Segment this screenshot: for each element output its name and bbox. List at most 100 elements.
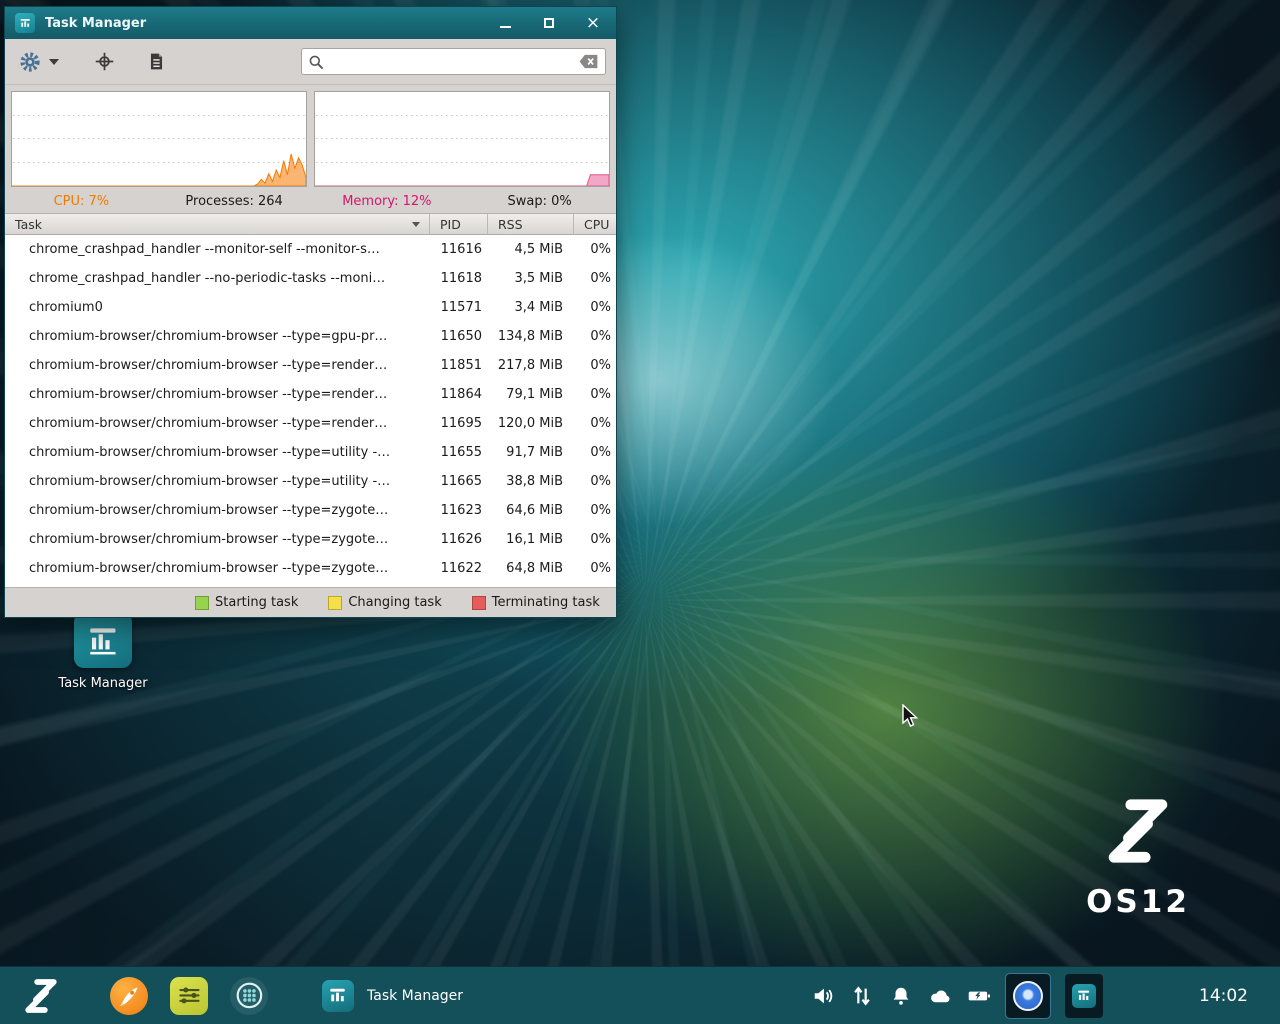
cell-task: chromium-browser/chromium-browser --type… [5, 387, 429, 402]
memory-stat: Memory: 12% [311, 194, 464, 209]
legend-terminating: Terminating task [472, 595, 600, 610]
starting-task-swatch [195, 596, 209, 610]
cell-rss: 91,7 MiB [487, 445, 573, 460]
rocket-launcher-icon[interactable] [110, 977, 148, 1015]
desktop: OS12 Task Manager T [0, 0, 1280, 1024]
cell-cpu: 0% [573, 387, 616, 402]
cell-pid: 11695 [429, 416, 487, 431]
cell-cpu: 0% [573, 445, 616, 460]
cpu-graph-area [12, 154, 306, 186]
cell-task: chromium-browser/chromium-browser --type… [5, 503, 429, 518]
table-row[interactable]: chromium0115713,4 MiB0% [5, 293, 616, 322]
changing-task-swatch [328, 596, 342, 610]
gear-icon [19, 51, 41, 73]
window-toolbar [5, 39, 616, 85]
taskbar: Task Manager [0, 966, 1280, 1024]
clear-search-icon[interactable] [579, 54, 599, 69]
legend-bar: Starting task Changing task Terminating … [5, 587, 616, 617]
tray-taskmanager-window[interactable] [1065, 974, 1103, 1018]
cell-pid: 11851 [429, 358, 487, 373]
table-row[interactable]: chromium-browser/chromium-browser --type… [5, 525, 616, 554]
table-row[interactable]: chromium-browser/chromium-browser --type… [5, 322, 616, 351]
cell-pid: 11618 [429, 271, 487, 286]
cloud-icon[interactable] [928, 984, 952, 1008]
taskbar-clock[interactable]: 14:02 [1199, 986, 1248, 1006]
close-button[interactable]: × [584, 14, 602, 32]
cell-cpu: 0% [573, 561, 616, 576]
terminating-task-swatch [472, 596, 486, 610]
table-header: Task PID RSS CPU [5, 213, 616, 235]
taskbar-os-menu-button[interactable] [18, 973, 64, 1019]
cell-pid: 11864 [429, 387, 487, 402]
table-row[interactable]: chromium-browser/chromium-browser --type… [5, 380, 616, 409]
taskmanager-window: Task Manager × [4, 6, 617, 618]
cell-rss: 16,1 MiB [487, 532, 573, 547]
search-input[interactable] [329, 54, 579, 69]
app-grid-icon[interactable] [230, 977, 268, 1015]
settings-button[interactable] [15, 47, 45, 77]
cell-pid: 11622 [429, 561, 487, 576]
maximize-icon [544, 18, 554, 28]
cell-task: chromium-browser/chromium-browser --type… [5, 474, 429, 489]
os-brand-text: OS12 [1058, 884, 1218, 920]
table-row[interactable]: chromium-browser/chromium-browser --type… [5, 496, 616, 525]
system-tray [811, 974, 1103, 1018]
taskbar-taskmanager-icon [322, 980, 354, 1012]
table-row[interactable]: chromium-browser/chromium-browser --type… [5, 467, 616, 496]
cell-rss: 3,5 MiB [487, 271, 573, 286]
sort-descending-icon [412, 222, 420, 227]
table-row[interactable]: chromium-browser/chromium-browser --type… [5, 409, 616, 438]
table-row[interactable]: chromium-browser/chromium-browser --type… [5, 351, 616, 380]
cell-pid: 11665 [429, 474, 487, 489]
maximize-button[interactable] [540, 14, 558, 32]
cell-task: chrome_crashpad_handler --monitor-self -… [5, 242, 429, 257]
column-header-pid[interactable]: PID [429, 214, 487, 234]
column-header-cpu[interactable]: CPU [573, 214, 616, 234]
process-rows: chrome_crashpad_handler --monitor-self -… [5, 235, 616, 587]
mixer-settings-icon[interactable] [170, 977, 208, 1015]
cell-cpu: 0% [573, 532, 616, 547]
settings-dropdown-button[interactable] [45, 47, 63, 77]
legend-starting: Starting task [195, 595, 298, 610]
battery-icon[interactable] [967, 984, 991, 1008]
cell-pid: 11571 [429, 300, 487, 315]
cell-task: chromium-browser/chromium-browser --type… [5, 532, 429, 547]
volume-icon[interactable] [811, 984, 835, 1008]
process-picker-button[interactable] [89, 47, 119, 77]
cell-rss: 217,8 MiB [487, 358, 573, 373]
tray-chromium-window[interactable] [1006, 974, 1050, 1018]
shortcut-label: Task Manager [48, 676, 158, 691]
table-row[interactable]: chromium-browser/chromium-browser --type… [5, 554, 616, 583]
swap-stat: Swap: 0% [463, 194, 616, 209]
stats-row: CPU: 7% Processes: 264 Memory: 12% Swap:… [5, 189, 616, 213]
cell-task: chrome_crashpad_handler --no-periodic-ta… [5, 271, 429, 286]
column-header-rss[interactable]: RSS [487, 214, 573, 234]
cell-cpu: 0% [573, 242, 616, 257]
log-button[interactable] [141, 47, 171, 77]
cell-task: chromium0 [5, 300, 429, 315]
cell-rss: 64,8 MiB [487, 561, 573, 576]
processes-stat: Processes: 264 [158, 194, 311, 209]
window-app-icon [15, 13, 35, 33]
window-titlebar[interactable]: Task Manager × [5, 7, 616, 39]
table-row[interactable]: chromium-browser/chromium-browser --type… [5, 438, 616, 467]
chevron-down-icon [49, 59, 59, 65]
cell-pid: 11623 [429, 503, 487, 518]
cell-rss: 120,0 MiB [487, 416, 573, 431]
cell-pid: 11655 [429, 445, 487, 460]
cell-task: chromium-browser/chromium-browser --type… [5, 329, 429, 344]
table-row[interactable]: chrome_crashpad_handler --no-periodic-ta… [5, 264, 616, 293]
cell-rss: 38,8 MiB [487, 474, 573, 489]
cell-rss: 3,4 MiB [487, 300, 573, 315]
document-icon [147, 52, 166, 71]
mouse-cursor [902, 704, 924, 728]
io-arrows-icon[interactable] [850, 984, 874, 1008]
taskbar-window-button[interactable]: Task Manager [312, 976, 473, 1016]
column-header-task[interactable]: Task [5, 214, 429, 234]
minimize-button[interactable] [496, 14, 514, 32]
notifications-bell-icon[interactable] [889, 984, 913, 1008]
chromium-icon [1013, 981, 1043, 1011]
desktop-shortcut-taskmanager[interactable]: Task Manager [48, 612, 158, 691]
cpu-graph [11, 91, 307, 187]
table-row[interactable]: chrome_crashpad_handler --monitor-self -… [5, 235, 616, 264]
